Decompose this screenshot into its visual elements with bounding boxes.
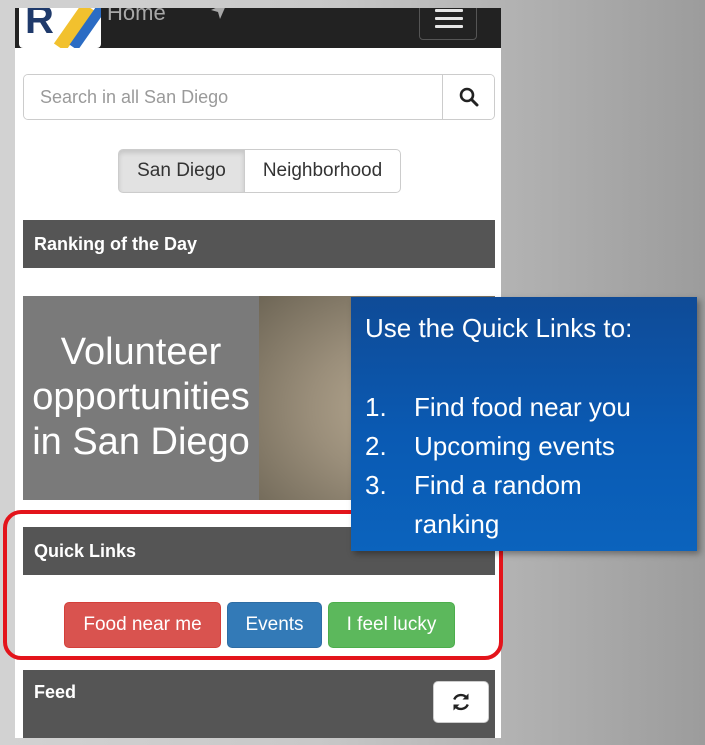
callout-item-text: ranking xyxy=(414,509,500,539)
banner-line-3: in San Diego xyxy=(32,421,250,463)
callout-item-number: 1. xyxy=(365,392,387,422)
instruction-callout: Use the Quick Links to: 1. Find food nea… xyxy=(351,297,697,551)
top-navbar: R Home xyxy=(15,8,501,48)
toggle-san-diego[interactable]: San Diego xyxy=(118,149,245,193)
callout-item-3-continued: ranking xyxy=(365,504,685,544)
callout-item-text: Find food near you xyxy=(414,392,631,422)
callout-item-2: 2. Upcoming events xyxy=(365,426,685,466)
nav-home-link[interactable]: Home xyxy=(107,8,166,26)
rankings-logo[interactable]: R xyxy=(19,8,101,48)
hamburger-menu-button[interactable] xyxy=(419,8,477,40)
callout-item-number: 3. xyxy=(365,470,387,500)
refresh-icon xyxy=(453,693,469,711)
callout-item-number: 2. xyxy=(365,431,387,461)
callout-item-text: Upcoming events xyxy=(414,431,615,461)
feed-heading: Feed xyxy=(23,670,495,738)
banner-line-2: opportunities xyxy=(32,376,250,418)
search-bar xyxy=(23,74,495,120)
search-button[interactable] xyxy=(442,75,494,119)
callout-item-1: 1. Find food near you xyxy=(365,387,685,427)
banner-text: Volunteer opportunities in San Diego xyxy=(23,330,259,465)
callout-item-text: Find a random xyxy=(414,470,582,500)
toggle-neighborhood[interactable]: Neighborhood xyxy=(244,149,401,193)
location-arrow-icon[interactable] xyxy=(210,8,228,20)
callout-item-3: 3. Find a random xyxy=(365,465,685,505)
search-icon xyxy=(459,87,479,107)
banner-line-1: Volunteer xyxy=(60,331,222,373)
callout-title: Use the Quick Links to: xyxy=(365,313,633,343)
search-input[interactable] xyxy=(24,75,442,119)
refresh-button[interactable] xyxy=(433,681,489,723)
ranking-of-day-heading: Ranking of the Day xyxy=(23,220,495,268)
